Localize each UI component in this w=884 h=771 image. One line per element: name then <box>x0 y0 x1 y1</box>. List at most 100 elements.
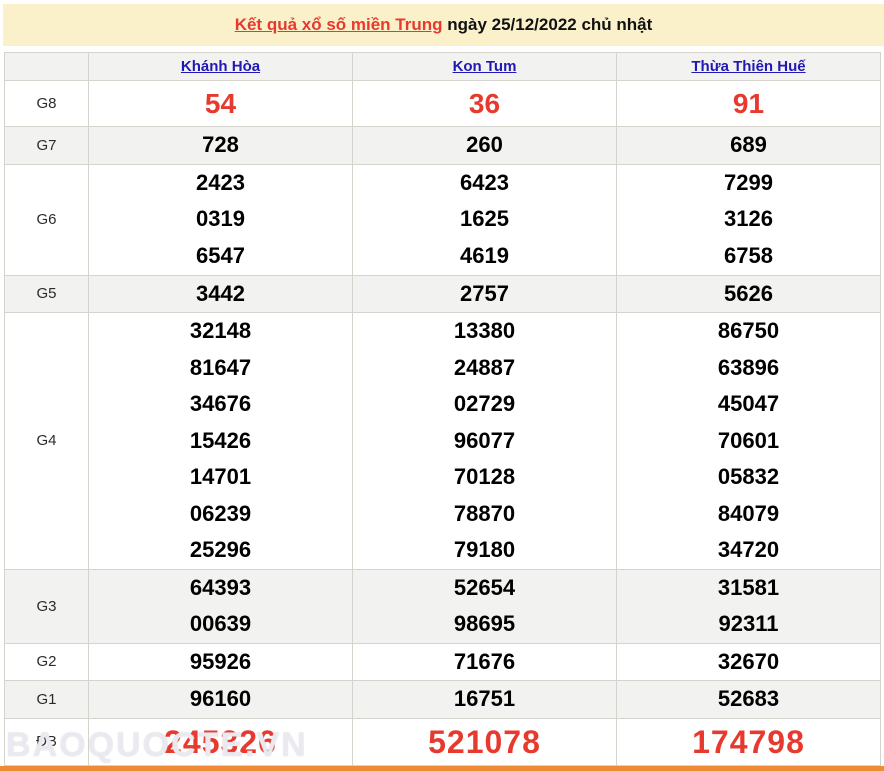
page-title: Kết quả xổ số miền Trung ngày 25/12/2022… <box>3 4 884 46</box>
prize-label-g7: G7 <box>4 126 89 165</box>
prize-label-g3: G3 <box>4 568 89 644</box>
result-number: 174798 <box>692 723 805 760</box>
title-link[interactable]: Kết quả xổ số miền Trung <box>235 15 443 35</box>
column-header-kon-tum: Kon Tum <box>352 52 617 81</box>
result-cell: 174798 <box>616 717 881 766</box>
prize-label-g2: G2 <box>4 642 89 681</box>
result-cell: 52654 98695 <box>352 568 617 644</box>
column-header-thua-thien-hue: Thừa Thiên Huế <box>616 52 881 81</box>
result-number: 34720 <box>717 537 780 562</box>
result-number: 34676 <box>189 391 252 416</box>
result-number: 52654 <box>453 574 516 600</box>
result-number: 52683 <box>717 686 780 711</box>
result-number: 3442 <box>196 280 245 306</box>
table-row-g8: G8 54 36 91 <box>4 80 881 127</box>
result-number: 245326 <box>164 723 277 760</box>
corner-cell <box>4 52 89 81</box>
result-number: 86750 <box>717 318 780 343</box>
result-number: 1625 <box>460 206 509 232</box>
result-number: 98695 <box>453 611 516 636</box>
result-cell: 32670 <box>616 642 881 681</box>
result-number: 00639 <box>189 611 252 636</box>
result-number: 689 <box>730 132 767 157</box>
prize-label-db: ĐB <box>4 717 89 766</box>
result-cell: 521078 <box>352 717 617 766</box>
prize-label-g4: G4 <box>4 312 89 570</box>
result-number: 96160 <box>189 686 252 711</box>
result-cell: 64393 00639 <box>88 568 353 644</box>
result-number: 91 <box>732 88 765 119</box>
table-row-g3: G3 64393 00639 52654 98695 31581 92311 <box>4 568 881 644</box>
result-cell: 31581 92311 <box>616 568 881 644</box>
result-number: 05832 <box>717 464 780 489</box>
result-number: 4619 <box>460 242 509 268</box>
result-cell: 2757 <box>352 274 617 313</box>
result-cell: 13380 24887 02729 96077 70128 78870 7918… <box>352 312 617 570</box>
result-number: 6423 <box>460 169 509 195</box>
result-cell: 71676 <box>352 642 617 681</box>
table-row-g6: G6 2423 0319 6547 6423 1625 4619 7299 31… <box>4 163 881 276</box>
result-cell: 32148 81647 34676 15426 14701 06239 2529… <box>88 312 353 570</box>
result-number: 63896 <box>717 354 780 380</box>
result-cell: 86750 63896 45047 70601 05832 84079 3472… <box>616 312 881 570</box>
table-row-db: ĐB 245326 521078 174798 <box>4 717 881 766</box>
result-cell: 260 <box>352 126 617 165</box>
result-number: 5626 <box>724 280 773 306</box>
result-number: 70128 <box>453 464 516 489</box>
prize-label-g8: G8 <box>4 80 89 127</box>
result-cell: 7299 3126 6758 <box>616 163 881 276</box>
result-number: 96077 <box>453 427 516 453</box>
result-number: 54 <box>204 88 237 119</box>
result-cell: 16751 <box>352 680 617 719</box>
result-number: 14701 <box>189 464 252 489</box>
result-number: 84079 <box>717 500 780 526</box>
results-table: Khánh Hòa Kon Tum Thừa Thiên Huế G8 54 3… <box>4 52 881 766</box>
result-cell: 96160 <box>88 680 353 719</box>
result-number: 2757 <box>460 280 509 306</box>
result-number: 02729 <box>453 391 516 416</box>
bottom-bar <box>0 766 884 771</box>
result-number: 06239 <box>189 500 252 526</box>
result-number: 16751 <box>453 686 516 711</box>
result-number: 15426 <box>189 427 252 453</box>
result-number: 260 <box>466 132 503 157</box>
result-cell: 91 <box>616 80 881 127</box>
result-number: 71676 <box>453 648 516 674</box>
result-cell: 52683 <box>616 680 881 719</box>
result-number: 79180 <box>453 537 516 562</box>
column-header-khanh-hoa: Khánh Hòa <box>88 52 353 81</box>
result-number: 2423 <box>196 169 245 195</box>
prize-label-g6: G6 <box>4 163 89 276</box>
result-number: 13380 <box>453 318 516 343</box>
title-date: ngày 25/12/2022 chủ nhật <box>442 15 653 34</box>
result-cell: 3442 <box>88 274 353 313</box>
table-row-g4: G4 32148 81647 34676 15426 14701 06239 2… <box>4 312 881 570</box>
result-number: 521078 <box>428 723 541 760</box>
result-cell: 245326 <box>88 717 353 766</box>
table-row-g5: G5 3442 2757 5626 <box>4 274 881 313</box>
result-cell: 728 <box>88 126 353 165</box>
table-row-g1: G1 96160 16751 52683 <box>4 680 881 719</box>
result-number: 6758 <box>724 242 773 268</box>
result-number: 32148 <box>189 318 252 343</box>
province-link-thua-thien-hue[interactable]: Thừa Thiên Huế <box>691 58 805 75</box>
result-number: 70601 <box>717 427 780 453</box>
result-number: 31581 <box>717 574 780 600</box>
result-cell: 36 <box>352 80 617 127</box>
result-number: 3126 <box>724 206 773 232</box>
result-number: 45047 <box>717 391 780 416</box>
province-link-khanh-hoa[interactable]: Khánh Hòa <box>181 58 260 75</box>
result-number: 32670 <box>717 648 780 674</box>
prize-label-g1: G1 <box>4 680 89 719</box>
result-cell: 54 <box>88 80 353 127</box>
province-link-kon-tum[interactable]: Kon Tum <box>453 58 517 75</box>
result-number: 728 <box>202 132 239 157</box>
result-number: 81647 <box>189 354 252 380</box>
result-number: 36 <box>468 88 501 119</box>
result-cell: 95926 <box>88 642 353 681</box>
result-number: 92311 <box>718 611 779 636</box>
lottery-results-page: Kết quả xổ số miền Trung ngày 25/12/2022… <box>0 4 884 771</box>
result-number: 6547 <box>196 242 245 268</box>
result-cell: 2423 0319 6547 <box>88 163 353 276</box>
result-cell: 5626 <box>616 274 881 313</box>
